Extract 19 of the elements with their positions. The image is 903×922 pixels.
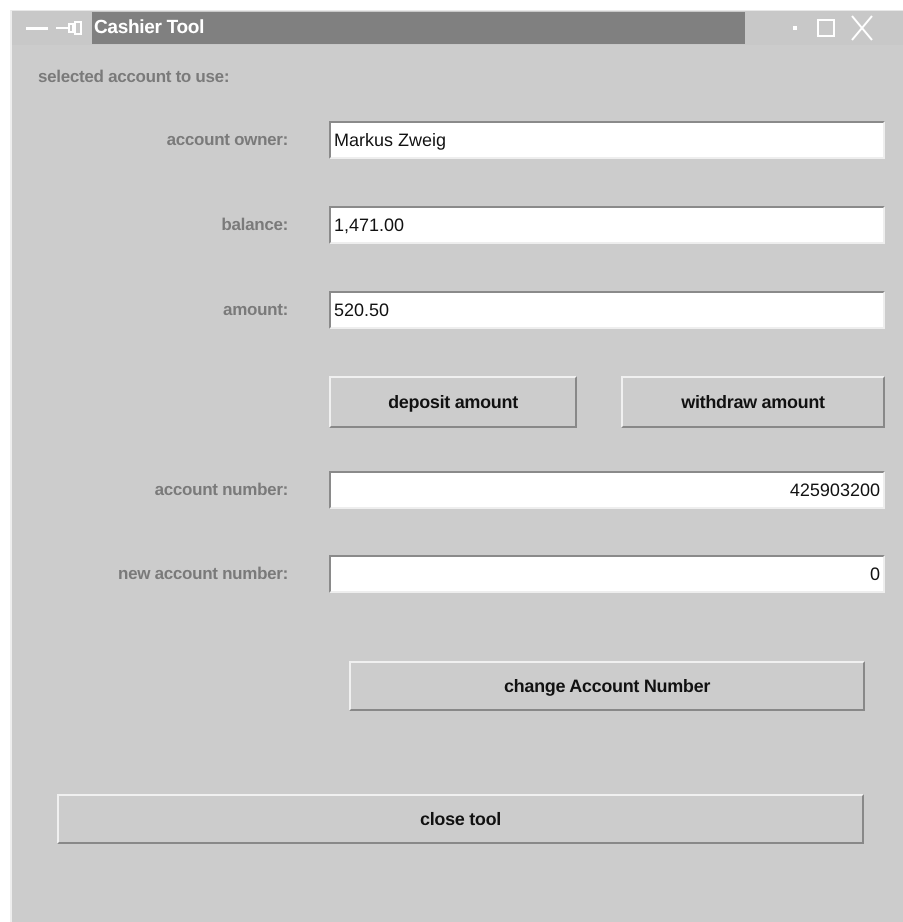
section-heading: selected account to use: <box>38 67 230 87</box>
field-label: new account number: <box>117 564 288 584</box>
field-label: account number: <box>154 480 288 500</box>
withdraw-amount-button[interactable]: withdraw amount <box>621 376 885 428</box>
pin-icon[interactable] <box>56 21 82 35</box>
deposit-amount-button[interactable]: deposit amount <box>329 376 577 428</box>
window-title: Cashier Tool <box>92 12 745 44</box>
close-tool-button[interactable]: close tool <box>57 794 864 844</box>
input-field[interactable]: 425903200 <box>329 471 885 509</box>
field-label: amount: <box>222 300 288 320</box>
input-field[interactable]: Markus Zweig <box>329 121 885 159</box>
input-field[interactable]: 1,471.00 <box>329 206 885 244</box>
maximize-icon[interactable] <box>817 19 835 37</box>
input-field[interactable]: 0 <box>329 555 885 593</box>
close-icon[interactable] <box>851 15 873 41</box>
input-field[interactable]: 520.50 <box>329 291 885 329</box>
field-label: balance: <box>220 215 288 235</box>
change-account-number-button[interactable]: change Account Number <box>349 661 865 711</box>
field-label: account owner: <box>166 130 288 150</box>
